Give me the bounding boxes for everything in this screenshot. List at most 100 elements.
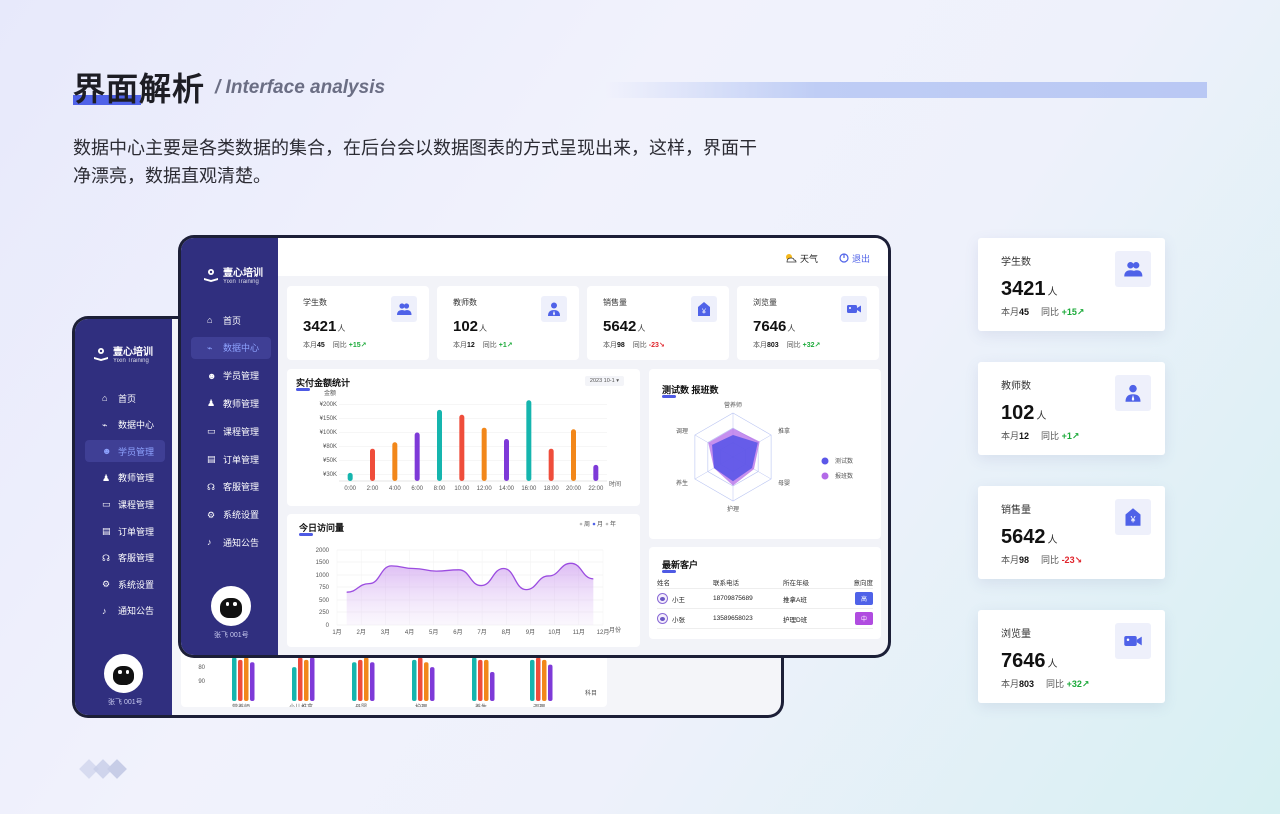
bar — [244, 657, 249, 701]
stat-label: 销售量 — [1001, 505, 1031, 516]
front-user-label: 张飞 001号 — [214, 632, 249, 639]
sidebar-item-1[interactable]: ⌁ 数据中心 — [191, 336, 271, 359]
payment-chart-card: 实付金额统计 2023 10-1 ▾ ¥30K ¥50K ¥80K ¥100K ¥150… — [287, 369, 640, 506]
bar — [548, 664, 553, 701]
radar-axis-label: 养生 — [676, 479, 688, 487]
users-icon — [1115, 251, 1151, 287]
metric-card[interactable]: 销售量 5642人 本月98 同比 -23↘ ¥ — [587, 286, 729, 360]
table-row[interactable]: 小王 18709875689 推拿A班 高 — [657, 589, 873, 609]
sidebar-item-0[interactable]: ⌂ 首页 — [75, 387, 172, 409]
logo-book-icon — [203, 268, 219, 282]
bar — [304, 659, 309, 701]
stat-yoy: +15↗ — [1061, 307, 1085, 317]
col-grade: 所在年级 — [783, 579, 809, 587]
sidebar-item-5[interactable]: ▤ 订单管理 — [181, 448, 278, 470]
y-tick-label: ¥30K — [323, 472, 337, 478]
visits-chart-card: 今日访问量 0 250 500 750 1000 1500 2000 1月 2月 3月 4月 5月 6月… — [287, 514, 640, 647]
sidebar-item-label: 教师管理 — [118, 473, 155, 484]
metric-yoy: +15↗ — [348, 342, 367, 349]
sidebar-item-2[interactable]: ☻ 学员管理 — [85, 440, 165, 463]
sidebar-item-6[interactable]: ☊ 客服管理 — [181, 476, 278, 498]
logo-book-icon — [93, 347, 109, 361]
metric-sub: 本月45 同比 +15↗ — [303, 342, 367, 349]
stat-sub: 本月803 同比 +32↗ — [1001, 679, 1090, 689]
y-tick-label: ¥50K — [323, 458, 337, 464]
sales-tag-icon: ¥ — [691, 296, 717, 322]
metric-card[interactable]: 学生数 3421人 本月45 同比 +15↗ — [287, 286, 429, 360]
metric-card[interactable]: 教师数 102人 本月12 同比 +1↗ — [437, 286, 579, 360]
x-tick-label: 22:00 — [588, 486, 604, 492]
y-tick-label: 1500 — [316, 560, 330, 566]
bar — [412, 659, 417, 701]
sidebar-item-2[interactable]: ☻ 学员管理 — [181, 365, 278, 387]
chart-icon: ⌁ — [102, 419, 108, 430]
x-tick-label: 12月 — [597, 629, 610, 636]
front-user-avatar[interactable] — [211, 586, 251, 626]
sidebar-item-label: 课程管理 — [118, 499, 155, 510]
bar — [250, 662, 255, 701]
metric-yoy: +32↗ — [802, 342, 821, 349]
bar — [490, 671, 495, 701]
table-row[interactable]: 小张 13589658023 护理D班 中 — [657, 609, 873, 629]
sidebar-item-5[interactable]: ▤ 订单管理 — [75, 520, 172, 542]
y-tick-label: 80 — [198, 665, 205, 671]
legend-dot — [821, 457, 829, 465]
settings-icon: ⚙ — [207, 509, 216, 520]
sidebar-item-6[interactable]: ☊ 客服管理 — [75, 547, 172, 569]
customers-title: 最新客户 — [662, 560, 699, 573]
bar — [352, 662, 357, 701]
teacher-icon — [1115, 375, 1151, 411]
sidebar-item-4[interactable]: ▭ 课程管理 — [181, 420, 278, 442]
stat-sub: 本月98 同比 -23↘ — [1001, 555, 1083, 565]
legend-label: 报班数 — [835, 472, 853, 480]
weather-widget[interactable]: 天气 — [784, 252, 818, 265]
logout-button[interactable]: 退出 — [839, 252, 870, 265]
sidebar-item-1[interactable]: ⌁ 数据中心 — [75, 414, 172, 436]
sidebar-item-8[interactable]: ♪ 通知公告 — [181, 531, 278, 553]
x-tick-label: 10月 — [548, 629, 561, 636]
radar-series — [712, 435, 758, 482]
x-tick-label: 7月 — [477, 629, 486, 636]
sidebar-item-8[interactable]: ♪ 通知公告 — [75, 600, 172, 622]
sidebar-item-7[interactable]: ⚙ 系统设置 — [181, 504, 278, 526]
stat-card[interactable]: 浏览量 7646 人 本月803 同比 +32↗ — [978, 610, 1165, 703]
legend-dot — [821, 472, 829, 480]
chart-icon: ⌁ — [207, 342, 213, 353]
x-tick-label: 9月 — [526, 629, 535, 636]
bar — [481, 427, 487, 481]
page-description: 数据中心主要是各类数据的集合，在后台会以数据图表的方式呈现出来，这样，界面干净漂… — [73, 138, 757, 186]
bar — [504, 439, 509, 481]
radar-axis-label: 推拿 — [778, 427, 790, 435]
bar — [459, 414, 465, 481]
sidebar-item-3[interactable]: ♟ 教师管理 — [75, 467, 172, 489]
x-tick-label: 养生 — [475, 703, 487, 707]
stat-card[interactable]: 教师数 102 人 本月12 同比 +1↗ — [978, 362, 1165, 455]
metric-card[interactable]: 浏览量 7646人 本月803 同比 +32↗ — [737, 286, 879, 360]
stat-yoy: +1↗ — [1061, 431, 1080, 441]
x-tick-label: 8月 — [502, 629, 511, 636]
customers-card: 最新客户 姓名 联系电话 所在年级 意向度 小王 18709875689 推拿A… — [649, 547, 881, 639]
sidebar-item-3[interactable]: ♟ 教师管理 — [181, 392, 278, 414]
bar — [593, 464, 599, 481]
bar — [358, 659, 363, 701]
home-icon: ⌂ — [207, 315, 213, 325]
stat-card[interactable]: 销售量 5642 人 本月98 同比 -23↘ ¥ — [978, 486, 1165, 579]
x-axis-label: 科目 — [585, 689, 597, 697]
x-tick-label: 5月 — [429, 629, 438, 636]
metric-value: 7646人 — [753, 318, 796, 335]
bar — [370, 448, 375, 481]
stat-card[interactable]: 学生数 3421 人 本月45 同比 +15↗ — [978, 238, 1165, 331]
back-user-avatar[interactable] — [104, 654, 143, 693]
sidebar-item-label: 通知公告 — [118, 606, 155, 617]
sidebar-item-4[interactable]: ▭ 课程管理 — [75, 493, 172, 515]
sidebar-item-0[interactable]: ⌂ 首页 — [181, 309, 278, 331]
sidebar-item-label: 学员管理 — [223, 371, 260, 382]
stat-yoy: -23↘ — [1061, 555, 1083, 565]
order-icon: ▤ — [207, 454, 216, 464]
back-sidebar: 壹心培训 Yixin Training ⌂ 首页 ⌁ 数据中心 ☻ 学员管理 ♟ 教师管理 ▭ 课… — [75, 319, 172, 715]
service-icon: ☊ — [102, 552, 110, 563]
y-tick-label: ¥150K — [320, 416, 337, 422]
sidebar-item-7[interactable]: ⚙ 系统设置 — [75, 573, 172, 595]
svg-text:¥: ¥ — [1130, 515, 1136, 525]
bar — [437, 409, 442, 481]
